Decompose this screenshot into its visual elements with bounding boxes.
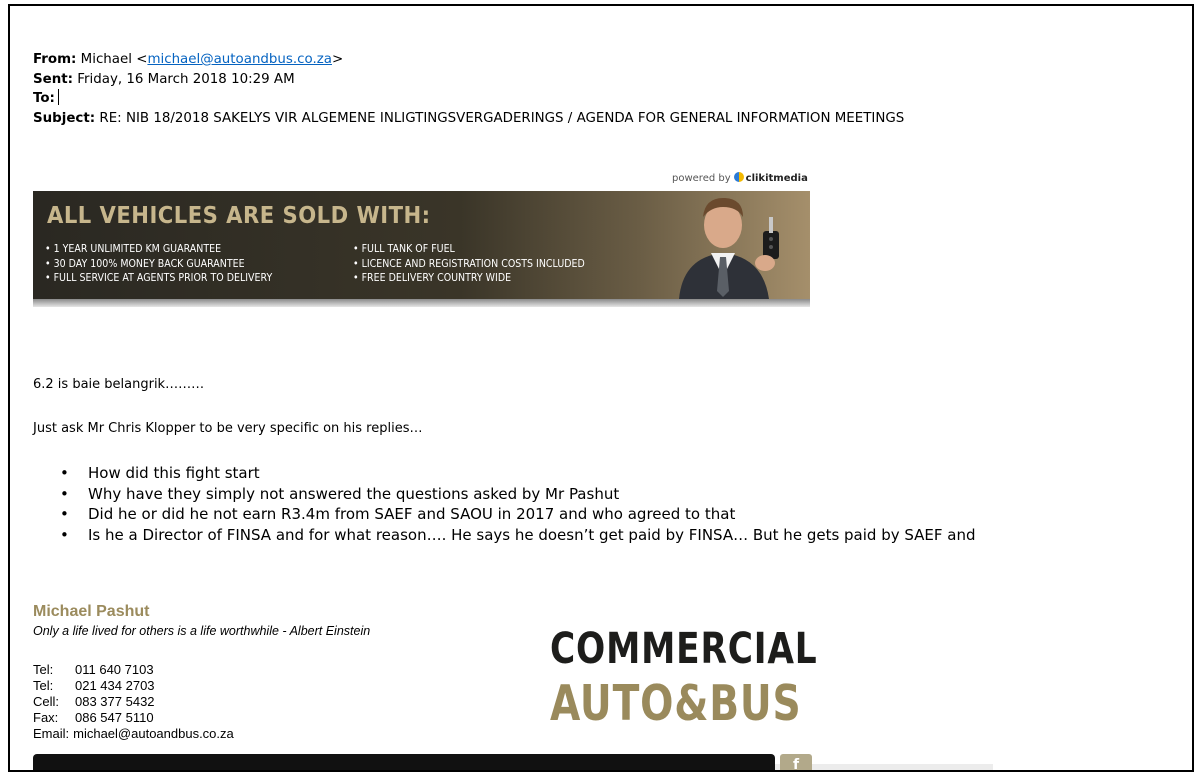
- signature-black-bar: [33, 754, 775, 770]
- signature-quote: Only a life lived for others is a life w…: [33, 624, 371, 638]
- salesman-with-car-key-image: [679, 197, 779, 299]
- from-name: Michael <: [80, 52, 148, 67]
- bullet-item: Why have they simply not answered the qu…: [60, 484, 990, 505]
- contact-value: 021 434 2703: [75, 678, 155, 693]
- banner-feature: • LICENCE AND REGISTRATION COSTS INCLUDE…: [353, 256, 585, 270]
- contact-row: Fax: 086 547 5110: [33, 710, 234, 726]
- banner-title: ALL VEHICLES ARE SOLD WITH:: [47, 203, 431, 229]
- company-logo-line-1: COMMERCIAL: [550, 624, 818, 674]
- contact-row-email: Email: michael@autoandbus.co.za: [33, 726, 234, 742]
- to-label: To:: [33, 91, 55, 106]
- signature-contacts: Tel: 011 640 7103 Tel: 021 434 2703 Cell: 0…: [33, 662, 234, 742]
- clikitmedia-logo-icon: [733, 172, 744, 182]
- banner-feature: • FULL SERVICE AT AGENTS PRIOR TO DELIVE…: [45, 271, 273, 284]
- contact-label: Tel:: [33, 678, 54, 693]
- banner-feature: • 30 DAY 100% MONEY BACK GUARANTEE: [45, 256, 245, 270]
- from-row: From: Michael <michael@autoandbus.co.za>: [33, 50, 904, 70]
- powered-by-brand: clikitmedia: [745, 173, 808, 184]
- contact-value: 011 640 7103: [75, 662, 154, 677]
- banner-shadow: [33, 299, 810, 307]
- from-label: From:: [33, 52, 77, 67]
- subject-value: RE: NIB 18/2018 SAKELYS VIR ALGEMENE INL…: [99, 110, 905, 126]
- bullet-item: Is he a Director of FINSA and for what r…: [60, 525, 990, 546]
- banner-feature: • 1 YEAR UNLIMITED KM GUARANTEE: [45, 242, 222, 255]
- to-row: To:: [33, 89, 904, 109]
- bullet-item: Did he or did he not earn R3.4m from SAE…: [60, 504, 990, 525]
- contact-label: Fax:: [33, 710, 59, 725]
- contact-label: Email:: [33, 726, 70, 741]
- contact-row: Cell: 083 377 5432: [33, 694, 234, 710]
- email-header: From: Michael <michael@autoandbus.co.za>…: [33, 50, 904, 128]
- contact-row: Tel: 021 434 2703: [33, 678, 234, 694]
- from-close: >: [331, 52, 344, 67]
- banner-column-1: • 1 YEAR UNLIMITED KM GUARANTEE • 30 DAY…: [45, 242, 272, 286]
- banner-column-2: • FULL TANK OF FUEL • LICENCE AND REGIST…: [353, 242, 585, 286]
- contact-value: 086 547 5110: [75, 710, 154, 725]
- sent-label: Sent:: [33, 71, 74, 87]
- bullet-list: How did this fight start Why have they s…: [60, 463, 990, 545]
- body-line-1: 6.2 is baie belangrik………: [33, 377, 205, 392]
- subject-label: Subject:: [33, 110, 96, 126]
- contact-value: 083 377 5432: [75, 694, 155, 709]
- powered-by-note[interactable]: powered by clikitmedia: [672, 172, 808, 184]
- bullet-item: How did this fight start: [60, 463, 990, 484]
- sent-value: Friday, 16 March 2018 10:29 AM: [77, 71, 295, 87]
- powered-by-prefix: powered by: [672, 173, 731, 184]
- contact-row: Tel: 011 640 7103: [33, 662, 234, 678]
- signature-name: Michael Pashut: [33, 603, 150, 620]
- body-line-2: Just ask Mr Chris Klopper to be very spe…: [33, 421, 423, 436]
- facebook-icon[interactable]: f: [780, 754, 812, 772]
- subject-row: Subject: RE: NIB 18/2018 SAKELYS VIR ALG…: [33, 109, 904, 129]
- sent-row: Sent: Friday, 16 March 2018 10:29 AM: [33, 70, 904, 90]
- text-cursor: [57, 89, 59, 105]
- contact-label: Tel:: [33, 662, 54, 677]
- banner-feature: • FREE DELIVERY COUNTRY WIDE: [353, 271, 512, 284]
- email-document: From: Michael <michael@autoandbus.co.za>…: [8, 4, 1194, 772]
- facebook-letter: f: [792, 757, 800, 772]
- signature-email: michael@autoandbus.co.za: [73, 726, 234, 741]
- contact-label: Cell:: [33, 694, 60, 709]
- ad-banner[interactable]: ALL VEHICLES ARE SOLD WITH: • 1 YEAR UNL…: [33, 191, 810, 307]
- company-logo-line-2: AUTO&BUS: [550, 675, 802, 732]
- banner-feature: • FULL TANK OF FUEL: [353, 242, 455, 255]
- from-email-link[interactable]: michael@autoandbus.co.za: [147, 52, 332, 67]
